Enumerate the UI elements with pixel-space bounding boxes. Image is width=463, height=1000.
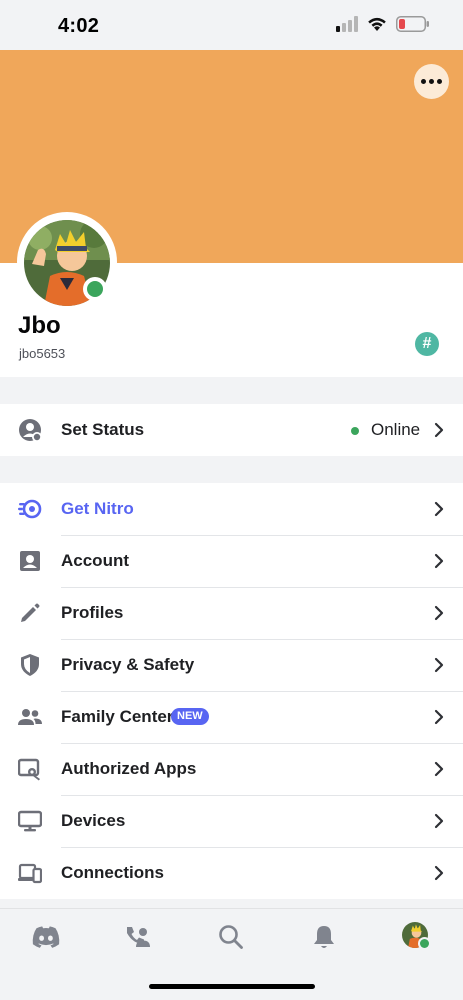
hash-badge[interactable]: # bbox=[415, 332, 439, 356]
chevron-right-icon bbox=[434, 761, 444, 777]
chevron-right-icon bbox=[434, 422, 444, 438]
chevron-right-icon bbox=[434, 605, 444, 621]
status-section: Set Status Online bbox=[0, 404, 463, 456]
signal-icon bbox=[336, 16, 358, 32]
battery-low-icon bbox=[396, 16, 429, 32]
username: jbo5653 bbox=[19, 346, 66, 361]
status-bar: 4:02 bbox=[0, 0, 463, 50]
online-status-indicator bbox=[418, 937, 431, 950]
new-badge: NEW bbox=[171, 708, 209, 725]
shield-icon bbox=[21, 654, 39, 676]
settings-label: Profiles bbox=[61, 603, 124, 622]
notifications-tab-icon bbox=[314, 926, 334, 948]
status-time: 4:02 bbox=[58, 15, 100, 37]
home-tab[interactable] bbox=[31, 922, 61, 952]
set-status-row[interactable]: Set Status Online bbox=[0, 404, 463, 456]
settings-row-profiles[interactable]: Profiles bbox=[0, 587, 463, 639]
settings-row-authorized-apps[interactable]: Authorized Apps bbox=[0, 743, 463, 795]
chevron-right-icon bbox=[434, 813, 444, 829]
dot bbox=[429, 79, 434, 84]
online-dot bbox=[351, 427, 359, 435]
account-icon bbox=[20, 551, 40, 571]
status-value: Online bbox=[371, 420, 421, 439]
dot bbox=[437, 79, 442, 84]
notifications-tab[interactable] bbox=[309, 922, 339, 952]
status-icons bbox=[336, 16, 430, 32]
settings-row-privacy-safety[interactable]: Privacy & Safety bbox=[0, 639, 463, 691]
friends-tab[interactable] bbox=[122, 922, 152, 952]
chevron-right-icon bbox=[434, 865, 444, 881]
set-status-label: Set Status bbox=[61, 420, 145, 439]
settings-label: Account bbox=[61, 551, 129, 570]
dot bbox=[421, 79, 426, 84]
chevron-right-icon bbox=[434, 553, 444, 569]
settings-label: Connections bbox=[61, 863, 164, 882]
settings-label: Family Center bbox=[61, 707, 174, 726]
settings-row-account[interactable]: Account bbox=[0, 535, 463, 587]
chevron-right-icon bbox=[434, 657, 444, 673]
family-icon bbox=[18, 709, 42, 725]
settings-label: Privacy & Safety bbox=[61, 655, 195, 674]
pencil-icon bbox=[21, 603, 40, 622]
chevron-right-icon bbox=[434, 709, 444, 725]
nitro-icon bbox=[18, 499, 42, 519]
search-tab[interactable] bbox=[216, 922, 246, 952]
search-tab-icon bbox=[219, 925, 243, 949]
connections-icon bbox=[18, 863, 42, 884]
settings-row-connections[interactable]: Connections bbox=[0, 847, 463, 899]
settings-row-devices[interactable]: Devices bbox=[0, 795, 463, 847]
home-tab-icon bbox=[32, 926, 60, 948]
settings-row-family-center[interactable]: Family Center NEW bbox=[0, 691, 463, 743]
home-indicator bbox=[149, 984, 315, 989]
settings-section: Get Nitro Account Profiles Privacy & Saf… bbox=[0, 483, 463, 899]
monitor-icon bbox=[18, 810, 42, 832]
settings-label: Get Nitro bbox=[61, 499, 134, 518]
settings-row-get-nitro[interactable]: Get Nitro bbox=[0, 483, 463, 535]
settings-label: Authorized Apps bbox=[61, 759, 197, 778]
friends-tab-icon bbox=[127, 927, 150, 947]
display-name: Jbo bbox=[18, 312, 61, 339]
settings-label: Devices bbox=[61, 811, 126, 830]
wifi-icon bbox=[368, 17, 386, 31]
authorized-apps-icon bbox=[18, 758, 40, 781]
more-options-button[interactable] bbox=[414, 64, 449, 99]
online-status-indicator bbox=[83, 277, 107, 301]
user-status-icon bbox=[19, 419, 42, 442]
chevron-right-icon bbox=[434, 501, 444, 517]
